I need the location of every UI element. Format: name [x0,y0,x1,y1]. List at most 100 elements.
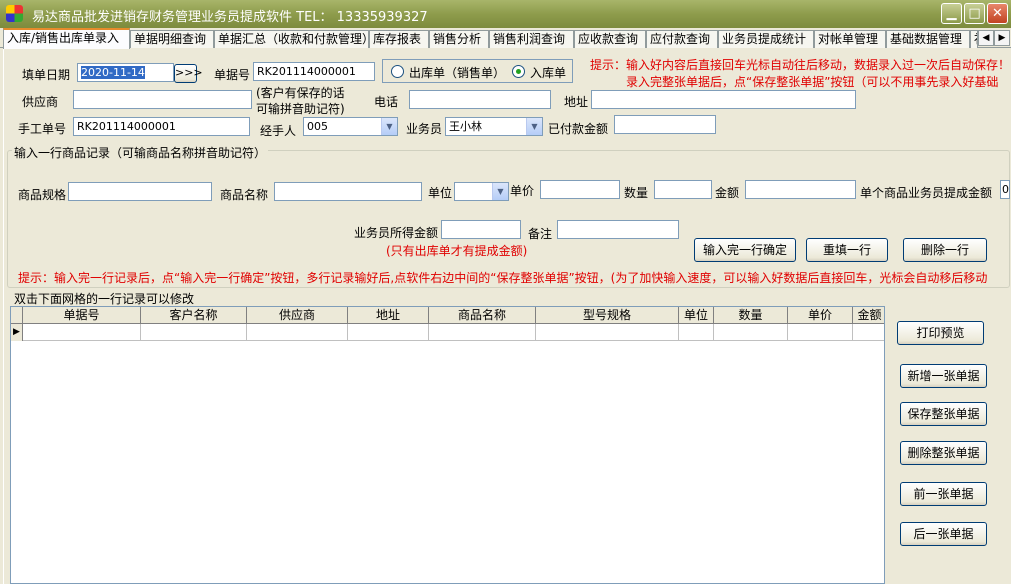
bill-no-label: 单据号 [214,68,251,82]
cell[interactable] [429,324,536,341]
item-group-title: 输入一行商品记录（可输商品名称拼音助记符） [12,144,269,161]
date-label: 填单日期 [22,68,71,82]
chevron-down-icon[interactable]: ▼ [526,118,542,135]
tab-sales-analysis[interactable]: 销售分析 [429,30,489,48]
phone-label: 电话 [374,95,399,109]
col-amount[interactable]: 金额 [853,307,884,324]
chevron-down-icon[interactable]: ▼ [381,118,397,135]
cell[interactable] [348,324,429,341]
date-picker-button[interactable]: >>> [174,64,203,83]
remark-input[interactable] [557,220,679,239]
address-input[interactable] [591,90,856,109]
supplier-label: 供应商 [22,95,59,109]
date-input[interactable]: 2020-11-14 [77,63,174,82]
maximize-button[interactable]: □ [964,3,985,24]
supplier-hint-2: 可输拼音助记符) [256,102,345,116]
save-bill-button[interactable]: 保存整张单据 [900,402,987,426]
tab-sales-profit[interactable]: 销售利润查询 [489,30,574,48]
cell[interactable] [141,324,247,341]
radio-outbound[interactable] [391,65,404,78]
spec-label: 商品规格 [18,188,67,202]
minimize-button[interactable]: ▁ [941,3,962,24]
refill-line-button[interactable]: 重填一行 [806,238,888,262]
tip-line-2: 录入完整张单据后，点“保存整张单据”按钮（可以不用事先录入好基础 [626,75,999,89]
tab-inventory-report[interactable]: 库存报表 [369,30,429,48]
close-button[interactable]: ✕ [987,3,1008,24]
radio-inbound-label[interactable]: 入库单 [530,64,566,81]
cell[interactable] [247,324,348,341]
tab-bill-detail-query[interactable]: 单据明细查询 [130,30,214,48]
unit-select[interactable]: ▼ [454,182,509,201]
tab-statement[interactable]: 对帐单管理 [814,30,886,48]
salesman-select[interactable]: 王小林 ▼ [445,117,543,136]
bill-no-input[interactable]: RK201114000001 [253,62,375,81]
salesman-amount-label: 业务员所得金额 [354,226,439,240]
grid-corner [11,307,23,324]
cell[interactable] [788,324,853,341]
spec-input[interactable] [68,182,212,201]
phone-input[interactable] [409,90,551,109]
col-spec[interactable]: 型号规格 [536,307,679,324]
tab-scroll-left-icon[interactable]: ◀ [978,30,994,46]
tab-salesman-commission[interactable]: 业务员提成统计 [718,30,814,48]
entry-page: 填单日期 2020-11-14 >>> 单据号 RK201114000001 出… [3,48,1010,584]
col-customer[interactable]: 客户名称 [141,307,247,324]
cell[interactable] [536,324,679,341]
supplier-input[interactable] [73,90,252,109]
price-label: 单价 [510,184,535,198]
col-bill-no[interactable]: 单据号 [23,307,141,324]
commission-label: 单个商品业务员提成金额 [860,186,993,200]
bill-grid[interactable]: 单据号 客户名称 供应商 地址 商品名称 型号规格 单位 数量 单价 金额 ▶ [10,306,885,584]
tab-scroll-right-icon[interactable]: ▶ [994,30,1010,46]
col-product-name[interactable]: 商品名称 [429,307,536,324]
confirm-line-button[interactable]: 输入完一行确定 [694,238,796,262]
col-unit[interactable]: 单位 [679,307,714,324]
col-quantity[interactable]: 数量 [714,307,788,324]
row-indicator-icon: ▶ [11,324,23,341]
next-bill-button[interactable]: 后一张单据 [900,522,987,546]
chevron-down-icon[interactable]: ▼ [492,183,508,200]
tab-payables[interactable]: 应付款查询 [646,30,718,48]
cell[interactable] [23,324,141,341]
commission-input[interactable]: 0 [1000,180,1010,199]
unit-label: 单位 [428,186,453,200]
col-supplier[interactable]: 供应商 [247,307,348,324]
product-name-input[interactable] [274,182,422,201]
table-row[interactable] [11,324,884,341]
delete-line-button[interactable]: 删除一行 [903,238,987,262]
tab-bill-summary[interactable]: 单据汇总（收款和付款管理） [214,30,369,48]
radio-inbound[interactable] [512,65,525,78]
commission-note: (只有出库单才有提成金额) [386,244,528,258]
manual-no-input[interactable]: RK201114000001 [73,117,250,136]
tab-inbound-outbound-entry[interactable]: 入库/销售出库单录入 [3,28,130,49]
item-entry-group [7,150,1010,288]
address-label: 地址 [564,95,589,109]
tab-basic-data[interactable]: 基础数据管理 [886,30,970,48]
col-address[interactable]: 地址 [348,307,429,324]
amount-input[interactable] [745,180,856,199]
salesman-label: 业务员 [406,122,443,136]
manual-no-label: 手工单号 [18,122,67,136]
supplier-hint-1: (客户有保存的话 [256,86,345,100]
quantity-input[interactable] [654,180,712,199]
paid-amount-input[interactable] [614,115,716,134]
handler-label: 经手人 [260,124,297,138]
price-input[interactable] [540,180,620,199]
quantity-label: 数量 [624,186,649,200]
app-logo-icon [6,5,23,22]
previous-bill-button[interactable]: 前一张单据 [900,482,987,506]
new-bill-button[interactable]: 新增一张单据 [900,364,987,388]
cell[interactable] [679,324,714,341]
salesman-amount-input[interactable] [441,220,521,239]
bill-type-radio-group: 出库单（销售单） 入库单 [382,59,573,83]
print-preview-button[interactable]: 打印预览 [897,321,984,345]
col-price[interactable]: 单价 [788,307,853,324]
tab-receivables[interactable]: 应收款查询 [574,30,646,48]
radio-outbound-label[interactable]: 出库单（销售单） [409,64,505,81]
cell[interactable] [714,324,788,341]
delete-bill-button[interactable]: 删除整张单据 [900,441,987,465]
window-title: 易达商品批发进销存财务管理业务员提成软件 TEL： 13335939327 [32,10,428,25]
tab-more[interactable]: 补 [970,30,978,48]
amount-label: 金额 [715,186,740,200]
handler-select[interactable]: 005 ▼ [303,117,398,136]
